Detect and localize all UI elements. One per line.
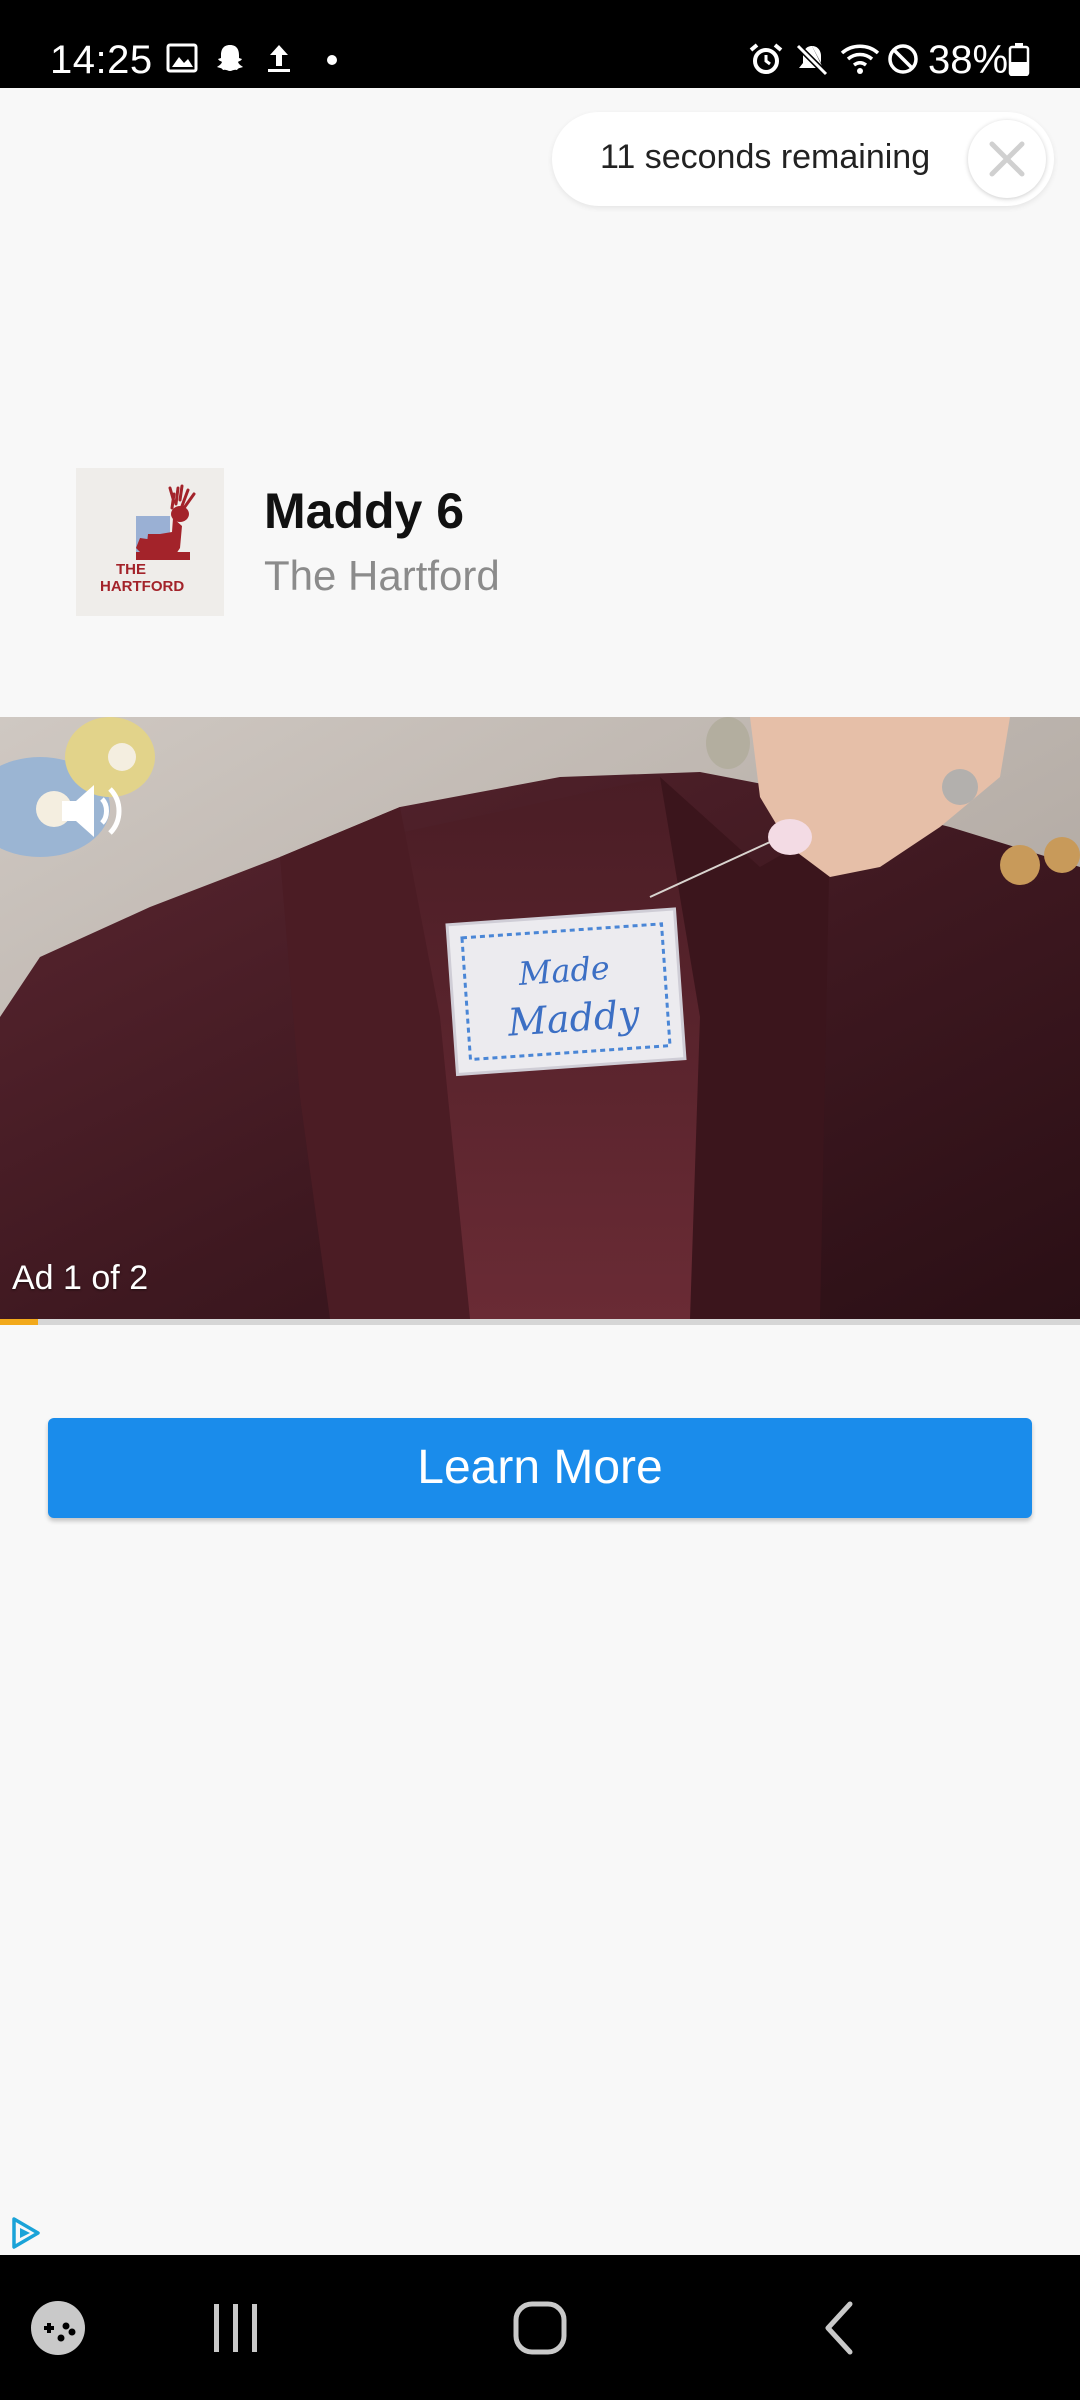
gallery-icon — [166, 43, 198, 73]
snapchat-icon — [217, 45, 243, 71]
status-time: 14:25 — [50, 38, 153, 82]
close-ad-button[interactable] — [968, 120, 1046, 198]
wifi-icon — [840, 44, 880, 74]
recents-button[interactable] — [156, 2255, 316, 2400]
advertiser-logo[interactable]: THE HARTFORD — [76, 468, 224, 616]
countdown-text: 11 seconds remaining — [600, 138, 931, 176]
logo-text-hartford: HARTFORD — [100, 578, 184, 595]
learn-more-button[interactable]: Learn More — [48, 1418, 1032, 1518]
volume-button[interactable] — [56, 775, 128, 847]
video-progress-fill — [0, 1319, 38, 1325]
stag-logo-icon: THE HARTFORD — [100, 484, 196, 595]
upload-icon — [268, 45, 290, 72]
video-progress-bar — [0, 1319, 1080, 1325]
label-text-made: Made — [516, 949, 611, 993]
alarm-icon — [749, 43, 783, 74]
logo-text-the: THE — [116, 561, 146, 578]
home-icon — [513, 2301, 567, 2354]
mute-icon — [795, 43, 829, 76]
advertiser-name[interactable]: The Hartford — [264, 552, 500, 600]
navigation-bar — [0, 2255, 1080, 2400]
countdown-pill: 11 seconds remaining — [552, 112, 1054, 206]
video-frame-image: Made Maddy — [0, 717, 1080, 1319]
dot-icon — [327, 55, 337, 65]
game-launcher-icon — [31, 2300, 85, 2355]
home-button[interactable] — [460, 2255, 620, 2400]
adchoices-icon[interactable] — [6, 2214, 44, 2252]
close-icon — [989, 141, 1025, 177]
blocked-icon — [888, 44, 918, 74]
recents-icon — [214, 2303, 257, 2352]
ad-counter: Ad 1 of 2 — [12, 1259, 149, 1297]
ad-video[interactable]: Made Maddy Ad 1 of 2 — [0, 717, 1080, 1319]
status-bar: 14:25 38% — [0, 0, 1080, 88]
label-text-maddy: Maddy — [505, 992, 641, 1045]
ad-title[interactable]: Maddy 6 — [264, 482, 464, 540]
battery-percent: 38% — [928, 38, 1009, 82]
back-icon — [825, 2301, 853, 2354]
battery-icon — [1008, 43, 1030, 76]
game-launcher-button[interactable] — [0, 2255, 138, 2400]
back-button[interactable] — [762, 2255, 922, 2400]
volume-icon — [62, 785, 122, 837]
